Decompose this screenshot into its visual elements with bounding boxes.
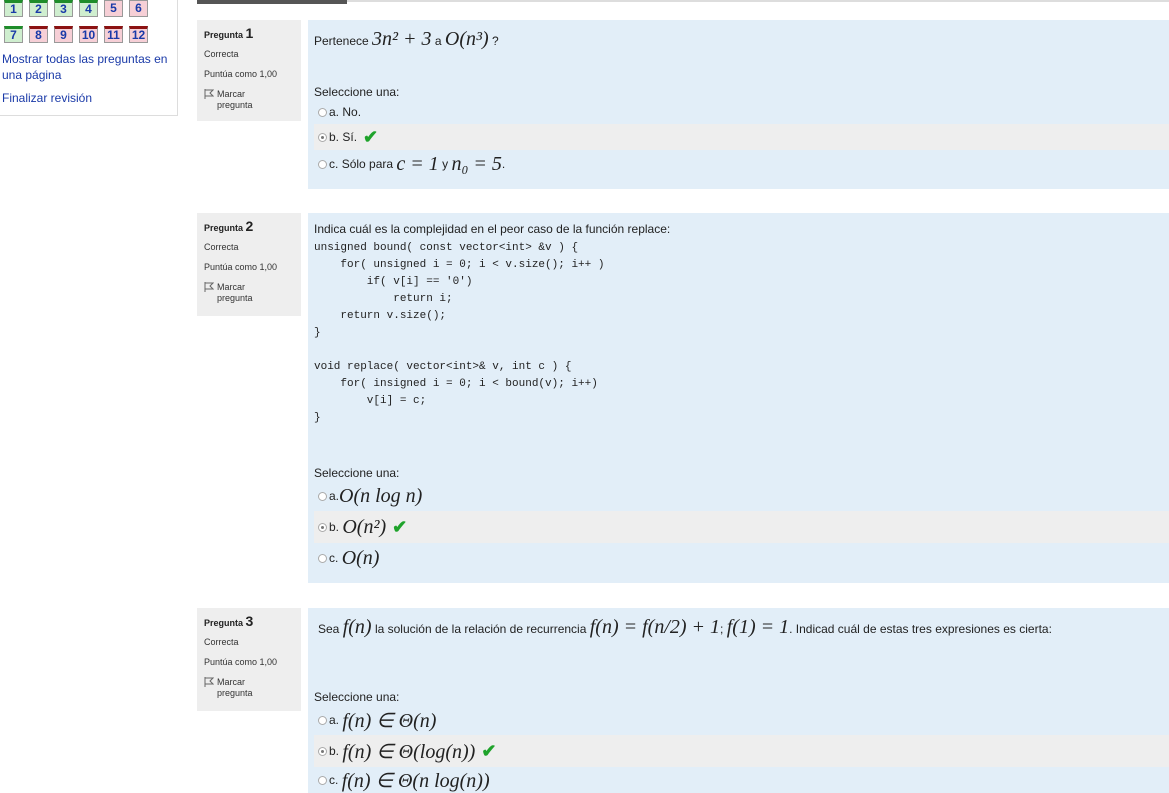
question-1-text: Pertenece 3n² + 3 a O(n³) ? <box>314 28 499 50</box>
nav-question-7-button[interactable]: 7 <box>4 26 23 43</box>
flag-icon <box>204 89 214 99</box>
option-b[interactable]: b. Sí. ✔ <box>314 124 1169 150</box>
nav-question-10-button[interactable]: 10 <box>79 26 98 43</box>
question-2-content: Indica cuál es la complejidad en el peor… <box>308 213 1169 583</box>
option-c[interactable]: c. O(n) <box>314 543 1169 573</box>
checkmark-icon: ✔ <box>481 740 497 761</box>
select-prompt: Seleccione una: <box>314 466 400 480</box>
question-number: Pregunta 2 <box>204 218 254 234</box>
radio-button-checked[interactable] <box>318 132 327 142</box>
option-a[interactable]: a. O(n log n) <box>314 481 1169 511</box>
option-c[interactable]: c. f(n) ∈ Θ(n log(n)) <box>314 767 1169 793</box>
radio-button[interactable] <box>318 553 327 563</box>
math-expression: f(n) ∈ Θ(log(n)) <box>342 740 476 763</box>
math-expression: 3n² + 3 <box>372 28 432 50</box>
code-block: unsigned bound( const vector<int> &v ) {… <box>314 242 605 424</box>
checkmark-icon: ✔ <box>392 516 408 537</box>
flag-question-link[interactable]: Marcar pregunta <box>204 282 294 304</box>
nav-question-1-button[interactable]: 1 <box>4 0 23 17</box>
nav-question-2-button[interactable]: 2 <box>29 0 48 17</box>
finish-review-link[interactable]: Finalizar revisión <box>2 90 92 106</box>
flag-question-link[interactable]: Marcar pregunta <box>204 677 294 699</box>
option-b[interactable]: b. O(n²) ✔ <box>314 511 1169 543</box>
question-3-text: Sea f(n) la solución de la relación de r… <box>318 616 1052 638</box>
radio-button[interactable] <box>318 715 327 725</box>
select-prompt: Seleccione una: <box>314 690 400 704</box>
radio-button[interactable] <box>318 491 327 501</box>
radio-button-checked[interactable] <box>318 522 327 532</box>
option-a[interactable]: a. No. <box>314 100 1169 124</box>
nav-question-8-button[interactable]: 8 <box>29 26 48 43</box>
question-number: Pregunta 3 <box>204 613 254 629</box>
math-expression: O(n log n) <box>339 484 423 507</box>
nav-question-6-button[interactable]: 6 <box>129 0 148 17</box>
flag-icon <box>204 282 214 292</box>
nav-question-5-button[interactable]: 5 <box>104 0 123 17</box>
question-1-info: Pregunta 1 Correcta Puntúa como 1,00 Mar… <box>197 20 301 121</box>
nav-question-4-button[interactable]: 4 <box>79 0 98 17</box>
math-expression: f(n) ∈ Θ(n log(n)) <box>341 769 490 792</box>
radio-button[interactable] <box>318 775 327 785</box>
question-grade: Puntúa como 1,00 <box>204 69 278 79</box>
radio-button-checked[interactable] <box>318 746 327 756</box>
option-a[interactable]: a. f(n) ∈ Θ(n) <box>314 705 1169 735</box>
math-expression: O(n³) <box>444 28 489 50</box>
nav-question-12-button[interactable]: 12 <box>129 26 148 43</box>
option-b[interactable]: b. f(n) ∈ Θ(log(n)) ✔ <box>314 735 1169 767</box>
question-2-text: Indica cuál es la complejidad en el peor… <box>314 222 671 236</box>
flag-icon <box>204 677 214 687</box>
nav-question-9-button[interactable]: 9 <box>54 26 73 43</box>
question-status: Correcta <box>204 242 239 252</box>
question-3-info: Pregunta 3 Correcta Puntúa como 1,00 Mar… <box>197 608 301 711</box>
math-expression: f(n) ∈ Θ(n) <box>342 709 437 732</box>
question-2-info: Pregunta 2 Correcta Puntúa como 1,00 Mar… <box>197 213 301 316</box>
radio-button[interactable] <box>318 107 327 117</box>
checkmark-icon: ✔ <box>363 126 379 147</box>
question-number: Pregunta 1 <box>204 25 254 41</box>
question-status: Correcta <box>204 49 239 59</box>
question-1-content: Pertenece 3n² + 3 a O(n³) ? Seleccione u… <box>308 20 1169 189</box>
flag-question-link[interactable]: Marcar pregunta <box>204 89 294 111</box>
option-c[interactable]: c. Sólo para c = 1 y n₀ = 5 . <box>314 150 1169 178</box>
show-all-questions-link[interactable]: Mostrar todas las preguntas en una págin… <box>2 51 172 83</box>
radio-button[interactable] <box>318 159 327 169</box>
question-status: Correcta <box>204 637 239 647</box>
nav-question-3-button[interactable]: 3 <box>54 0 73 17</box>
question-grade: Puntúa como 1,00 <box>204 657 278 667</box>
question-grade: Puntúa como 1,00 <box>204 262 278 272</box>
question-3-content: Sea f(n) la solución de la relación de r… <box>308 608 1169 793</box>
top-separator <box>197 0 1169 4</box>
select-prompt: Seleccione una: <box>314 85 400 99</box>
quiz-navigation: 1 2 3 4 5 6 7 8 9 10 11 12 Mostrar todas… <box>0 0 178 116</box>
math-expression: O(n²) <box>342 515 387 538</box>
math-expression: O(n) <box>341 546 380 569</box>
nav-question-11-button[interactable]: 11 <box>104 26 123 43</box>
